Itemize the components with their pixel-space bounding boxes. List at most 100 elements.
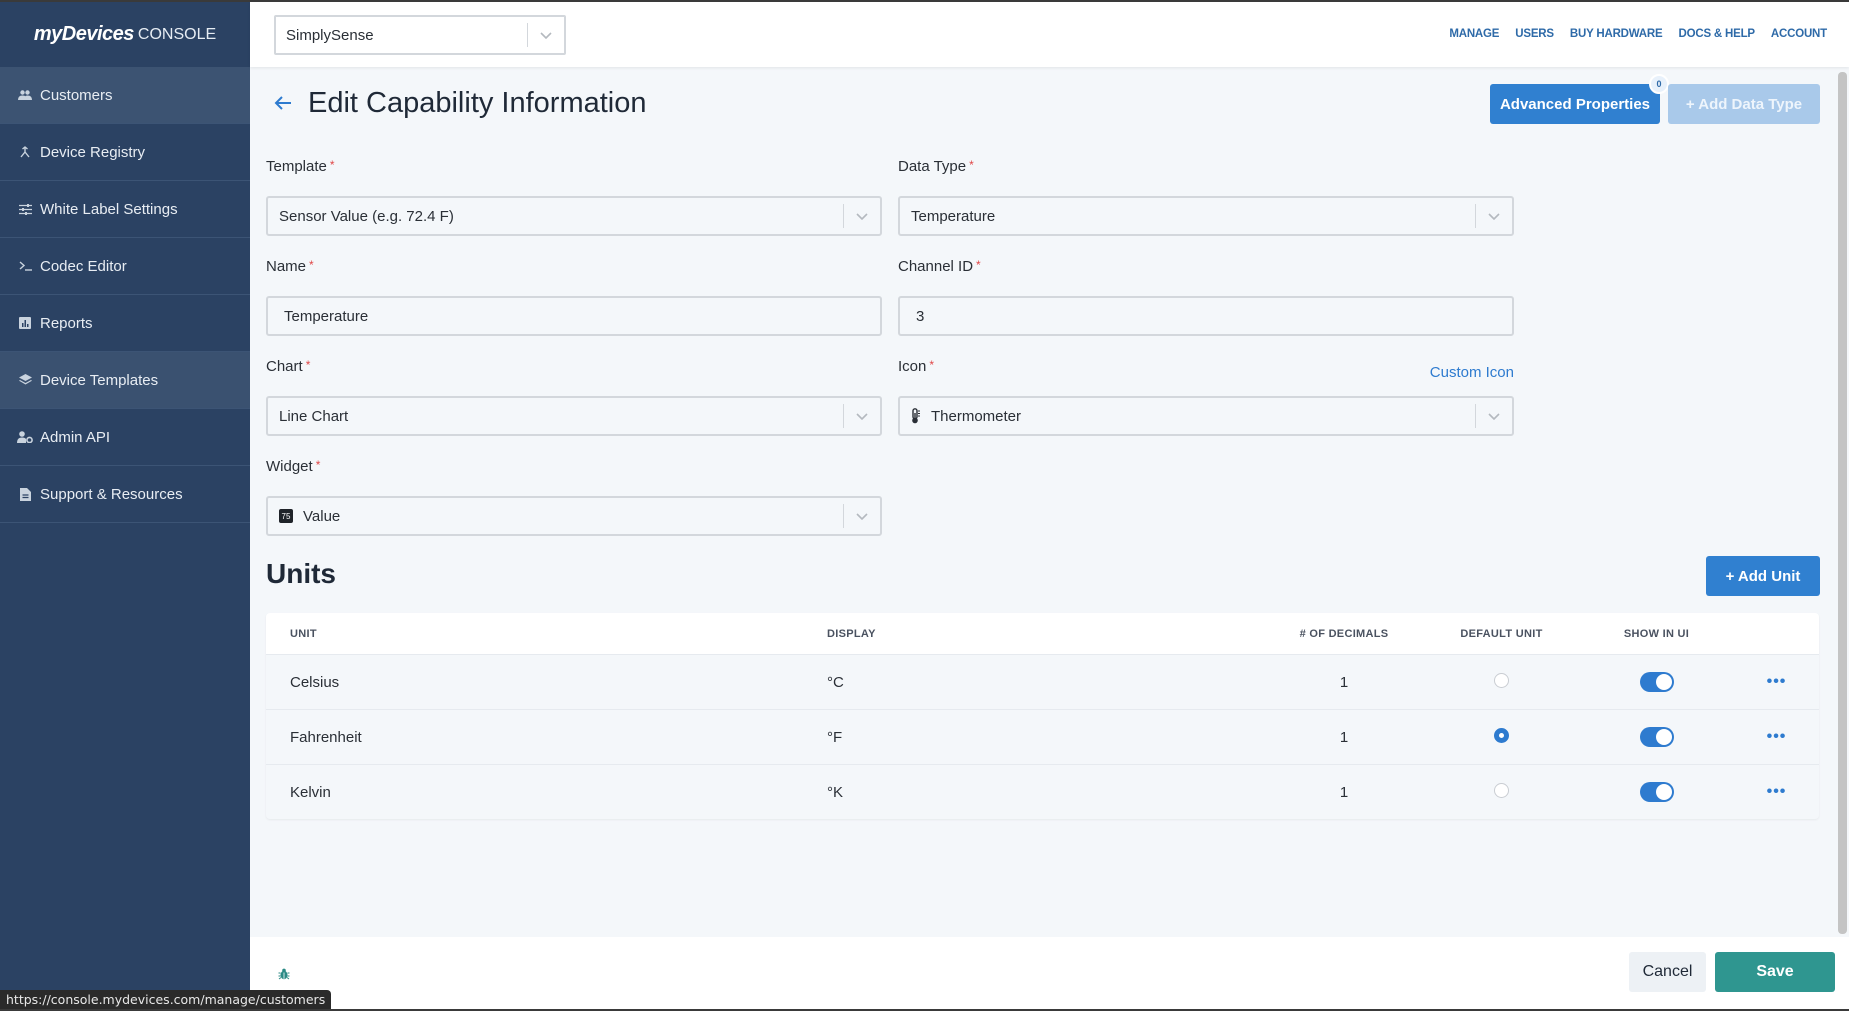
- icon-field: Icon * Custom Icon Thermometer: [898, 358, 1514, 436]
- default-unit-radio[interactable]: [1494, 727, 1509, 743]
- show-in-ui-toggle[interactable]: [1639, 727, 1674, 747]
- sidebar-item-label: Device Registry: [40, 143, 146, 161]
- more-options-icon[interactable]: •••: [1734, 728, 1819, 746]
- nav-link-account[interactable]: ACCOUNT: [1771, 28, 1827, 40]
- nav-link-users[interactable]: USERS: [1515, 28, 1554, 40]
- scrollbar[interactable]: [1838, 72, 1847, 934]
- chevron-down-icon[interactable]: [844, 412, 880, 420]
- people-icon: [17, 90, 33, 100]
- name-input[interactable]: Temperature: [266, 296, 882, 336]
- custom-icon-link[interactable]: Custom Icon: [1430, 364, 1514, 381]
- sidebar-item-label: Device Templates: [40, 371, 159, 389]
- chart-label: Chart *: [266, 358, 311, 375]
- unit-decimals: 1: [1339, 783, 1349, 801]
- logo[interactable]: myDevices CONSOLE: [0, 2, 250, 67]
- show-in-ui-cell: [1579, 782, 1734, 802]
- page-header: Edit Capability Information: [274, 87, 647, 120]
- more-options-icon[interactable]: •••: [1734, 673, 1819, 691]
- more-options-icon[interactable]: •••: [1734, 783, 1819, 801]
- sidebar: myDevices CONSOLE Customers Device Regis…: [0, 2, 250, 1009]
- save-button[interactable]: Save: [1715, 952, 1835, 992]
- icon-select[interactable]: Thermometer: [898, 396, 1514, 436]
- show-in-ui-toggle[interactable]: [1639, 672, 1674, 692]
- page-title: Edit Capability Information: [308, 87, 647, 119]
- sidebar-item-device-registry[interactable]: Device Registry: [0, 124, 250, 181]
- nav-link-buy-hardware[interactable]: BUY HARDWARE: [1570, 28, 1663, 40]
- sliders-icon: [17, 203, 33, 215]
- unit-display: °F: [827, 728, 843, 746]
- sidebar-item-reports[interactable]: Reports: [0, 295, 250, 352]
- template-label: Template *: [266, 158, 335, 175]
- widget-select[interactable]: 75 Value: [266, 496, 882, 536]
- sidebar-item-device-templates[interactable]: Device Templates: [0, 352, 250, 409]
- name-value: Temperature: [284, 307, 369, 325]
- cancel-button[interactable]: Cancel: [1629, 952, 1706, 992]
- nav-link-docs-help[interactable]: DOCS & HELP: [1678, 28, 1755, 40]
- sidebar-item-label: Admin API: [40, 428, 111, 446]
- data-type-select[interactable]: Temperature: [898, 196, 1514, 236]
- channel-id-input[interactable]: 3: [898, 296, 1514, 336]
- chart-field: Chart * Line Chart: [266, 358, 882, 436]
- default-unit-radio[interactable]: [1494, 672, 1509, 688]
- chevron-down-icon[interactable]: [1476, 212, 1512, 220]
- chevron-down-icon[interactable]: [528, 31, 564, 39]
- app-window: myDevices CONSOLE Customers Device Regis…: [0, 2, 1849, 1009]
- chevron-down-icon[interactable]: [844, 512, 880, 520]
- column-header-unit: UNIT: [290, 627, 317, 640]
- unit-name: Fahrenheit: [290, 728, 362, 746]
- name-label: Name *: [266, 258, 314, 275]
- add-unit-button[interactable]: + Add Unit: [1706, 556, 1820, 596]
- column-header-display: DISPLAY: [827, 627, 876, 640]
- merge-icon: [17, 146, 33, 158]
- show-in-ui-toggle[interactable]: [1639, 782, 1674, 802]
- show-in-ui-cell: [1579, 727, 1734, 747]
- table-row: Fahrenheit °F 1 •••: [266, 709, 1819, 764]
- sidebar-item-white-label-settings[interactable]: White Label Settings: [0, 181, 250, 238]
- unit-name: Celsius: [290, 673, 340, 691]
- sidebar-item-support-resources[interactable]: Support & Resources: [0, 466, 250, 523]
- default-unit-cell: [1424, 727, 1579, 743]
- back-arrow-icon[interactable]: [274, 91, 292, 117]
- terminal-icon: [17, 261, 33, 271]
- template-value: Sensor Value (e.g. 72.4 F): [279, 207, 454, 225]
- default-unit-radio[interactable]: [1494, 782, 1509, 798]
- chevron-down-icon[interactable]: [1476, 412, 1512, 420]
- bug-report-icon[interactable]: [278, 967, 290, 985]
- column-header-default-unit: DEFAULT UNIT: [1460, 627, 1543, 640]
- logo-suffix: CONSOLE: [137, 25, 217, 43]
- column-header-show-in-ui: SHOW IN UI: [1623, 627, 1690, 640]
- advanced-properties-button[interactable]: Advanced Properties 0: [1490, 74, 1669, 124]
- widget-value: Value: [303, 507, 341, 525]
- add-data-type-button[interactable]: + Add Data Type: [1668, 84, 1820, 124]
- icon-label: Icon *: [898, 358, 935, 375]
- widget-label: Widget *: [266, 458, 321, 475]
- top-nav: MANAGE USERS BUY HARDWARE DOCS & HELP AC…: [1449, 28, 1827, 40]
- data-type-field: Data Type * Temperature: [898, 158, 1514, 236]
- bar-chart-icon: [17, 317, 33, 329]
- channel-id-label: Channel ID *: [898, 258, 981, 275]
- show-in-ui-cell: [1579, 672, 1734, 692]
- sidebar-item-codec-editor[interactable]: Codec Editor: [0, 238, 250, 295]
- layers-icon: [17, 374, 33, 386]
- channel-id-value: 3: [916, 307, 925, 325]
- icon-value: Thermometer: [931, 407, 1022, 425]
- sidebar-item-admin-api[interactable]: Admin API: [0, 409, 250, 466]
- data-type-label: Data Type *: [898, 158, 974, 175]
- organization-select[interactable]: SimplySense: [274, 15, 566, 55]
- table-row: Kelvin °K 1 •••: [266, 764, 1819, 819]
- chevron-down-icon[interactable]: [844, 212, 880, 220]
- user-gear-icon: [17, 431, 33, 443]
- sidebar-item-customers[interactable]: Customers: [0, 67, 250, 124]
- sidebar-item-label: Support & Resources: [40, 485, 183, 503]
- unit-display: °K: [827, 783, 844, 801]
- units-heading: Units: [266, 558, 336, 589]
- nav-link-manage[interactable]: MANAGE: [1449, 28, 1499, 40]
- default-unit-cell: [1424, 782, 1579, 798]
- organization-select-value: SimplySense: [286, 26, 374, 44]
- chart-select[interactable]: Line Chart: [266, 396, 882, 436]
- unit-decimals: 1: [1339, 673, 1349, 691]
- template-field: Template * Sensor Value (e.g. 72.4 F): [266, 158, 882, 236]
- name-field: Name * Temperature: [266, 258, 882, 336]
- template-select[interactable]: Sensor Value (e.g. 72.4 F): [266, 196, 882, 236]
- main-content: Edit Capability Information Advanced Pro…: [250, 67, 1835, 937]
